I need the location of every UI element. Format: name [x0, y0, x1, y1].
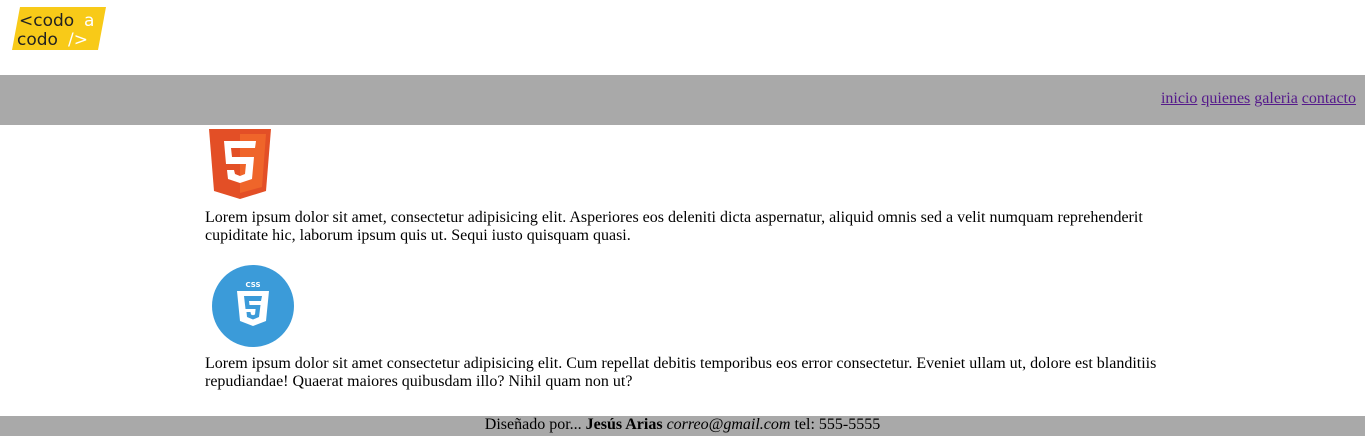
footer-prefix: Diseñado por...	[484, 416, 586, 433]
footer-phone: tel: 555-5555	[790, 416, 881, 433]
paragraph-css: Lorem ipsum dolor sit amet consectetur a…	[205, 355, 1157, 390]
nav-link-galeria[interactable]: galeria	[1254, 90, 1298, 107]
html5-five-glyph	[224, 141, 256, 183]
logo-text-line2: codo	[17, 30, 58, 50]
html5-icon	[209, 129, 271, 199]
css3-icon: CSS	[212, 265, 294, 347]
footer: Diseñado por... Jesús Arias correo@gmail…	[0, 416, 1365, 436]
logo-text-line2-accent: />	[68, 30, 88, 50]
header: <codo a codo />	[0, 0, 1365, 75]
navbar: inicio quienes galeria contacto	[0, 75, 1365, 125]
nav-link-quienes[interactable]: quienes	[1201, 90, 1250, 107]
footer-author: Jesús Arias	[585, 416, 663, 433]
logo-text-line1-accent: a	[84, 11, 94, 31]
paragraph-html: Lorem ipsum dolor sit amet, consectetur …	[205, 209, 1143, 244]
nav-link-contacto[interactable]: contacto	[1302, 90, 1356, 107]
codo-a-codo-logo[interactable]: <codo a codo />	[12, 7, 106, 50]
logo-text-line1: <codo	[19, 11, 74, 31]
css3-badge-text: CSS	[245, 281, 260, 289]
nav-links: inicio quienes galeria contacto	[1161, 90, 1356, 108]
footer-email: correo@gmail.com	[666, 416, 791, 433]
nav-link-inicio[interactable]: inicio	[1161, 90, 1197, 107]
